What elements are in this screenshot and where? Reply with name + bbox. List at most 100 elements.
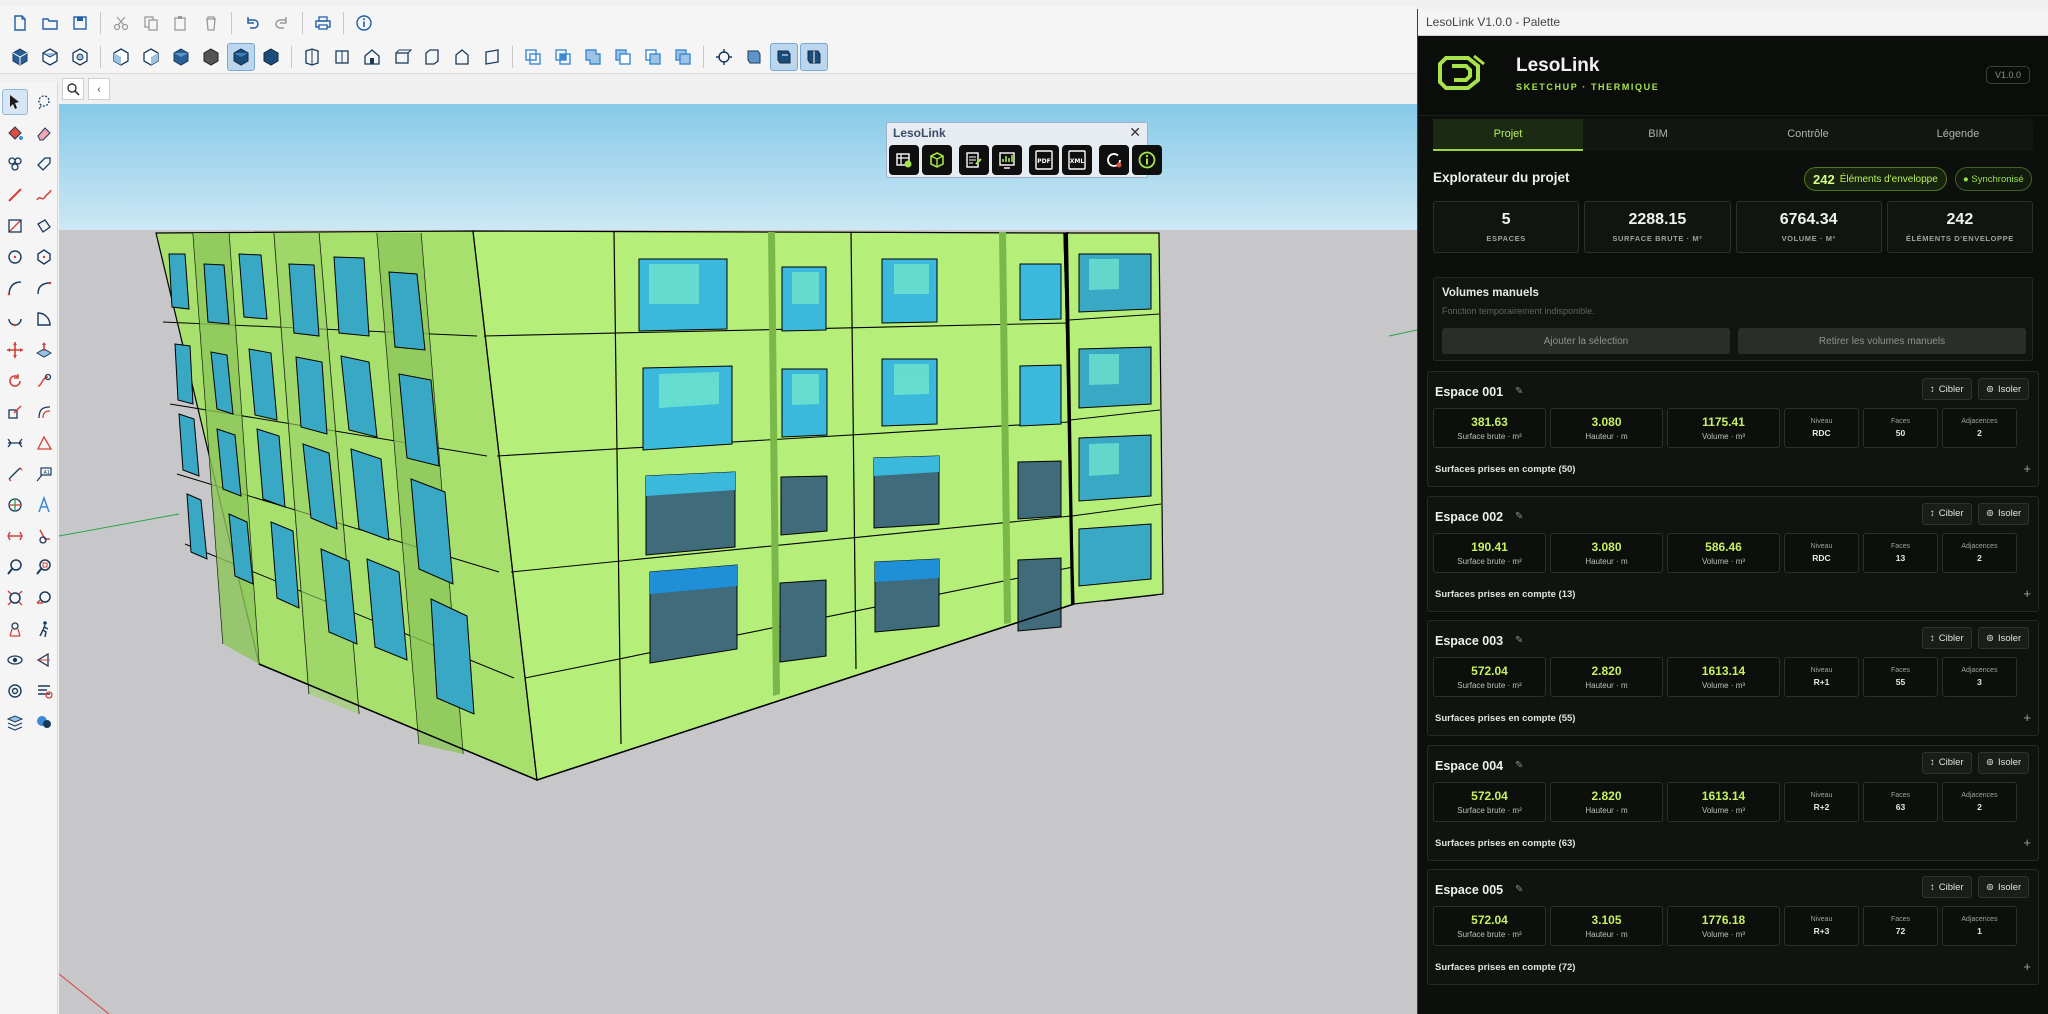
plan-view-icon[interactable] xyxy=(478,43,506,71)
tape-measure-icon[interactable] xyxy=(2,430,28,456)
isolate-button[interactable]: ⊚ Isoler xyxy=(1978,751,2030,774)
walk-tool-icon[interactable] xyxy=(31,616,57,642)
delete-icon[interactable] xyxy=(197,9,225,37)
front-view-icon[interactable] xyxy=(66,43,94,71)
3pt-arc-tool-icon[interactable] xyxy=(2,306,28,332)
model-viewport[interactable] xyxy=(59,104,1417,1014)
split-icon[interactable] xyxy=(669,43,697,71)
table-icon[interactable] xyxy=(889,145,919,175)
previous-view-icon[interactable] xyxy=(31,585,57,611)
offset-tool-icon[interactable] xyxy=(31,399,57,425)
back-elevation-icon[interactable] xyxy=(418,43,446,71)
house-view-icon[interactable] xyxy=(358,43,386,71)
union-icon[interactable] xyxy=(579,43,607,71)
pencil-icon[interactable]: ✎ xyxy=(1515,760,1523,771)
target-button[interactable]: ↕ Cibler xyxy=(1922,751,1972,774)
isolate-button[interactable]: ⊚ Isoler xyxy=(1978,502,2030,525)
arc-tool-icon[interactable] xyxy=(2,275,28,301)
cube-icon[interactable] xyxy=(922,145,952,175)
expand-icon[interactable]: + xyxy=(2023,461,2031,476)
remove-manual-volumes-button[interactable]: Retirer les volumes manuels xyxy=(1738,328,2026,354)
add-selection-button[interactable]: Ajouter la sélection xyxy=(1442,328,1730,354)
expand-icon[interactable]: + xyxy=(2023,586,2031,601)
export-icon[interactable] xyxy=(959,145,989,175)
intersect-icon[interactable] xyxy=(549,43,577,71)
surfaces-toggle-label[interactable]: Surfaces prises en compte (50) xyxy=(1435,464,1575,475)
isolate-button[interactable]: ⊚ Isoler xyxy=(1978,378,2030,400)
freehand-tool-icon[interactable] xyxy=(31,182,57,208)
trim-icon[interactable] xyxy=(639,43,667,71)
pencil-icon[interactable]: ✎ xyxy=(1515,635,1523,646)
undo-icon[interactable] xyxy=(238,9,266,37)
target-button[interactable]: ↕ Cibler xyxy=(1922,627,1972,649)
palette-titlebar[interactable]: LesoLink V1.0.0 - Palette xyxy=(1418,9,2048,36)
front-elevation-icon[interactable] xyxy=(328,43,356,71)
section-plane-tool-icon[interactable] xyxy=(2,523,28,549)
scale-tool-icon[interactable] xyxy=(2,399,28,425)
outer-shell-icon[interactable] xyxy=(519,43,547,71)
zoom-tool-icon[interactable] xyxy=(2,554,28,580)
target-button[interactable]: ↕ Cibler xyxy=(1922,378,1972,400)
rectangle-tool-icon[interactable] xyxy=(2,213,28,239)
pdf-export-icon[interactable]: PDF xyxy=(1029,145,1059,175)
copy-icon[interactable] xyxy=(137,9,165,37)
save-icon[interactable] xyxy=(66,9,94,37)
open-folder-icon[interactable] xyxy=(36,9,64,37)
refresh-icon[interactable] xyxy=(1099,145,1129,175)
pie-tool-icon[interactable] xyxy=(31,306,57,332)
tab-controle[interactable]: Contrôle xyxy=(1733,119,1883,151)
section-cut-icon[interactable] xyxy=(800,42,828,71)
standard-view-icon[interactable] xyxy=(298,43,326,71)
surfaces-toggle-label[interactable]: Surfaces prises en compte (13) xyxy=(1435,589,1575,600)
xml-export-icon[interactable]: XML xyxy=(1062,145,1092,175)
zoom-window-icon[interactable] xyxy=(31,554,57,580)
info-icon[interactable] xyxy=(1132,145,1162,175)
tag-tool-icon[interactable] xyxy=(31,151,57,177)
redo-icon[interactable] xyxy=(268,9,296,37)
push-pull-icon[interactable] xyxy=(31,337,57,363)
chat-icon[interactable] xyxy=(31,709,57,735)
right-view-icon[interactable] xyxy=(107,43,135,71)
3d-text-icon[interactable] xyxy=(31,492,57,518)
warehouse-icon[interactable] xyxy=(2,678,28,704)
paint-bucket-icon[interactable] xyxy=(2,120,28,146)
back-view-icon[interactable] xyxy=(137,43,165,71)
monochrome-style-icon[interactable] xyxy=(257,43,285,71)
isolate-button[interactable]: ⊚ Isoler xyxy=(1978,876,2030,898)
section-plane-icon[interactable] xyxy=(740,43,768,71)
section-display-icon[interactable] xyxy=(770,42,798,71)
eraser-icon[interactable] xyxy=(31,120,57,146)
search-button[interactable] xyxy=(62,78,84,100)
rotated-rectangle-icon[interactable] xyxy=(31,213,57,239)
protractor-icon[interactable] xyxy=(31,430,57,456)
section-view-icon[interactable] xyxy=(31,647,57,673)
pencil-icon[interactable]: ✎ xyxy=(1515,511,1523,522)
polygon-tool-icon[interactable] xyxy=(31,244,57,270)
look-around-icon[interactable] xyxy=(2,647,28,673)
surfaces-toggle-label[interactable]: Surfaces prises en compte (72) xyxy=(1435,962,1575,973)
print-icon[interactable] xyxy=(309,9,337,37)
position-camera-icon[interactable] xyxy=(710,43,738,71)
chart-icon[interactable] xyxy=(992,145,1022,175)
shaded-style-icon[interactable] xyxy=(227,42,255,71)
new-file-icon[interactable] xyxy=(6,9,34,37)
pencil-icon[interactable]: ✎ xyxy=(1515,884,1523,895)
side-elevation-icon[interactable] xyxy=(388,43,416,71)
tab-projet[interactable]: Projet xyxy=(1433,119,1583,151)
follow-me-icon[interactable] xyxy=(31,368,57,394)
surfaces-toggle-label[interactable]: Surfaces prises en compte (63) xyxy=(1435,838,1575,849)
model-info-icon[interactable] xyxy=(350,9,378,37)
top-view-icon[interactable] xyxy=(36,43,64,71)
iso-view-icon[interactable] xyxy=(6,43,34,71)
subtract-icon[interactable] xyxy=(609,43,637,71)
zoom-extents-icon[interactable] xyxy=(2,585,28,611)
left-view-icon[interactable] xyxy=(167,43,195,71)
paste-icon[interactable] xyxy=(167,9,195,37)
tab-bim[interactable]: BIM xyxy=(1583,119,1733,151)
left-elevation-icon[interactable] xyxy=(448,43,476,71)
close-icon[interactable]: ✕ xyxy=(1129,124,1141,141)
expand-icon[interactable]: + xyxy=(2023,959,2031,974)
bottom-view-icon[interactable] xyxy=(197,43,225,71)
line-tool-icon[interactable] xyxy=(2,182,28,208)
position-camera-tool-icon[interactable] xyxy=(2,616,28,642)
